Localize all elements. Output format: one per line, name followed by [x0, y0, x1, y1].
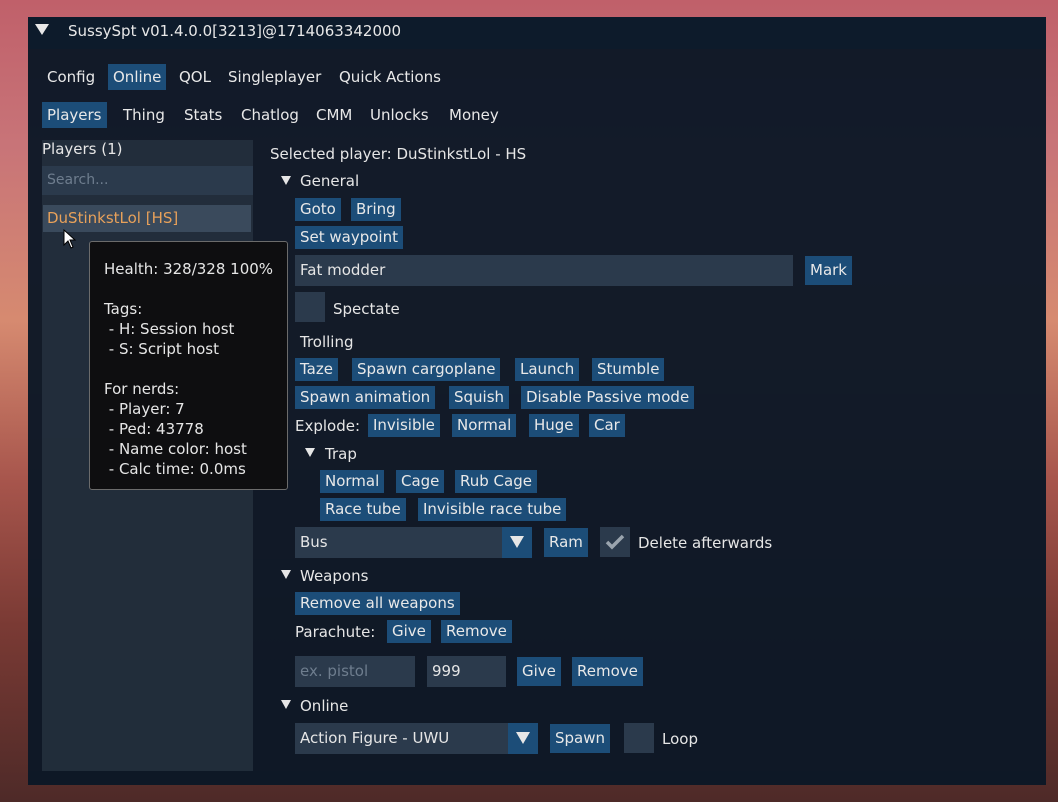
tab-thing[interactable]: Thing [118, 102, 170, 128]
parachute-remove-button[interactable]: Remove [441, 620, 512, 643]
tab-players[interactable]: Players [42, 102, 107, 128]
tab-quick-actions[interactable]: Quick Actions [334, 64, 446, 90]
trap-race-tube-button[interactable]: Race tube [320, 498, 406, 521]
ram-button[interactable]: Ram [544, 528, 588, 557]
player-info-tooltip: Health: 328/328 100% Tags: - H: Session … [89, 241, 288, 490]
bring-button[interactable]: Bring [351, 198, 401, 221]
trap-header[interactable]: Trap [325, 445, 357, 463]
set-waypoint-button[interactable]: Set waypoint [295, 226, 403, 249]
spectate-checkbox[interactable] [295, 292, 325, 322]
trap-cage-button[interactable]: Cage [396, 470, 445, 493]
explode-car-button[interactable]: Car [589, 414, 625, 437]
weapon-give-button[interactable]: Give [517, 657, 561, 686]
loop-checkbox[interactable] [624, 723, 654, 753]
general-header[interactable]: General [300, 172, 359, 190]
weapon-remove-button[interactable]: Remove [572, 657, 643, 686]
disable-passive-mode-button[interactable]: Disable Passive mode [521, 386, 695, 409]
chevron-down-icon [516, 732, 530, 744]
general-collapse-icon[interactable] [281, 176, 291, 185]
parachute-give-button[interactable]: Give [387, 620, 431, 643]
launch-button[interactable]: Launch [515, 358, 580, 381]
remove-all-weapons-button[interactable]: Remove all weapons [295, 592, 460, 615]
taze-button[interactable]: Taze [295, 358, 338, 381]
tab-chatlog[interactable]: Chatlog [236, 102, 304, 128]
tab-money[interactable]: Money [444, 102, 504, 128]
tab-online[interactable]: Online [108, 64, 167, 90]
tab-config[interactable]: Config [42, 64, 100, 90]
vehicle-combo-arrow[interactable] [502, 527, 532, 558]
tab-unlocks[interactable]: Unlocks [365, 102, 434, 128]
collapse-arrow-icon[interactable] [35, 24, 49, 35]
parachute-label: Parachute: [295, 623, 376, 641]
vehicle-combo[interactable]: Bus [295, 527, 502, 558]
weapons-collapse-icon[interactable] [281, 570, 291, 579]
explode-label: Explode: [295, 417, 361, 435]
stumble-button[interactable]: Stumble [592, 358, 665, 381]
action-figure-combo[interactable]: Action Figure - UWU [295, 723, 508, 754]
mark-button[interactable]: Mark [805, 256, 852, 285]
trolling-header[interactable]: Trolling [300, 333, 354, 351]
player-list-item[interactable]: DuStinkstLol [HS] [43, 205, 251, 232]
spectate-label: Spectate [333, 300, 400, 318]
delete-afterwards-checkbox[interactable] [600, 527, 630, 557]
weapon-name-input[interactable]: ex. pistol [295, 656, 415, 687]
online-header[interactable]: Online [300, 697, 348, 715]
spawn-animation-button[interactable]: Spawn animation [295, 386, 436, 409]
explode-invisible-button[interactable]: Invisible [368, 414, 440, 437]
trap-invisible-race-tube-button[interactable]: Invisible race tube [418, 498, 567, 521]
trap-rub-cage-button[interactable]: Rub Cage [455, 470, 537, 493]
tab-qol[interactable]: QOL [174, 64, 216, 90]
explode-huge-button[interactable]: Huge [529, 414, 579, 437]
mouse-cursor-icon [63, 229, 77, 249]
goto-button[interactable]: Goto [295, 198, 341, 221]
tab-stats[interactable]: Stats [179, 102, 227, 128]
delete-afterwards-label: Delete afterwards [638, 534, 773, 552]
mark-text-input[interactable]: Fat modder [295, 255, 793, 286]
checkmark-icon [605, 534, 625, 550]
trap-normal-button[interactable]: Normal [320, 470, 385, 493]
spawn-button[interactable]: Spawn [550, 724, 611, 753]
player-search-input[interactable]: Search... [42, 166, 253, 195]
spawn-cargoplane-button[interactable]: Spawn cargoplane [352, 358, 501, 381]
online-collapse-icon[interactable] [281, 700, 291, 709]
weapons-header[interactable]: Weapons [300, 567, 368, 585]
players-header: Players (1) [42, 140, 123, 158]
tab-cmm[interactable]: CMM [311, 102, 357, 128]
window-title: SussySpt v01.4.0.0[3213]@1714063342000 [68, 22, 402, 40]
action-figure-combo-arrow[interactable] [508, 723, 538, 754]
trap-collapse-icon[interactable] [305, 448, 315, 457]
loop-label: Loop [662, 730, 698, 748]
chevron-down-icon [510, 536, 524, 548]
squish-button[interactable]: Squish [449, 386, 510, 409]
tab-singleplayer[interactable]: Singleplayer [223, 64, 326, 90]
selected-player-label: Selected player: DuStinkstLol - HS [270, 145, 527, 163]
ammo-input[interactable]: 999 [427, 656, 506, 687]
explode-normal-button[interactable]: Normal [452, 414, 517, 437]
